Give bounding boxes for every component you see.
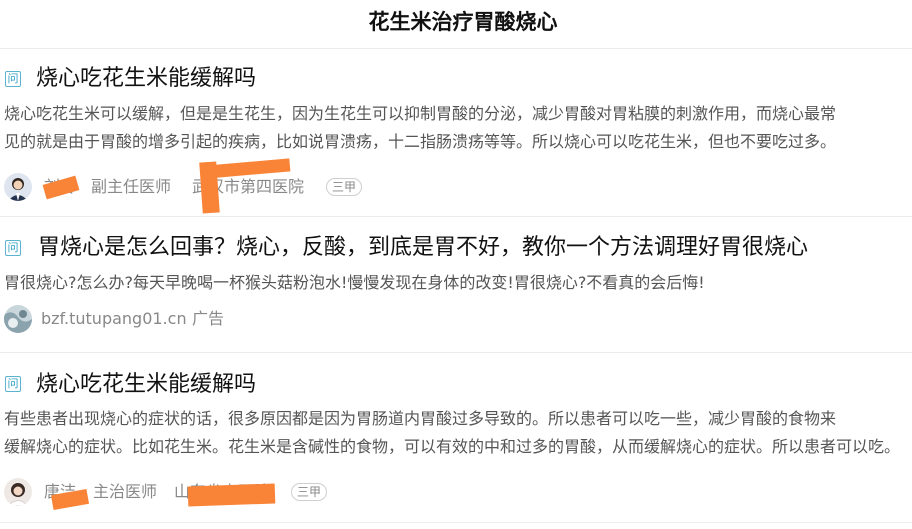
doctor-avatar bbox=[4, 478, 32, 506]
hospital-grade-badge: 三甲 bbox=[326, 178, 363, 196]
hospital-grade-badge: 三甲 bbox=[291, 483, 328, 501]
snippet-line: 见的就是由于胃酸的增多引起的疾病，比如说胃溃疡，十二指肠溃疡等等。所以烧心可以吃… bbox=[4, 132, 837, 151]
result-card[interactable]: 问 烧心吃花生米能缓解吗 有些患者出现烧心的症状的话，很多原因都是因为胃肠道内胃… bbox=[0, 354, 912, 529]
ad-title[interactable]: 胃烧心是怎么回事？烧心，反酸，到底是胃不好，教你一个方法调理好胃很烧心 bbox=[38, 233, 808, 263]
author-role: 副主任医师 bbox=[91, 177, 172, 196]
result-divider bbox=[0, 522, 912, 523]
ad-result-card[interactable]: 问 胃烧心是怎么回事？烧心，反酸，到底是胃不好，教你一个方法调理好胃很烧心 胃很… bbox=[0, 218, 912, 353]
ad-snippet: 胃很烧心?怎么办?每天早晚喝一杯猴头菇粉泡水!慢慢发现在身体的改变!胃很烧心?不… bbox=[4, 269, 912, 297]
question-icon: 问 bbox=[5, 240, 21, 256]
result-divider bbox=[0, 216, 912, 217]
result-divider bbox=[0, 352, 912, 353]
source-avatar bbox=[4, 305, 32, 333]
ad-meta: bzf.tutupang01.cn 广告 bbox=[4, 305, 304, 333]
question-icon: 问 bbox=[5, 71, 21, 87]
question-icon: 问 bbox=[5, 376, 21, 392]
redaction-mark bbox=[187, 483, 276, 507]
snippet-line: 缓解烧心的症状。比如花生米。花生米是含碱性的食物，可以有效的中和过多的胃酸，从而… bbox=[4, 437, 901, 456]
result-title[interactable]: 烧心吃花生米能缓解吗 bbox=[36, 64, 256, 94]
result-snippet: 烧心吃花生米可以缓解，但是是生花生，因为生花生可以抑制胃酸的分泌，减少胃酸对胃粘… bbox=[4, 100, 912, 156]
ad-source[interactable]: bzf.tutupang01.cn bbox=[41, 305, 187, 333]
result-card[interactable]: 问 烧心吃花生米能缓解吗 烧心吃花生米可以缓解，但是是生花生，因为生花生可以抑制… bbox=[0, 49, 912, 217]
doctor-avatar bbox=[4, 173, 32, 201]
ad-label: 广告 bbox=[192, 309, 225, 328]
snippet-line: 胃很烧心?怎么办?每天早晚喝一杯猴头菇粉泡水!慢慢发现在身体的改变!胃很烧心?不… bbox=[4, 273, 705, 292]
snippet-line: 烧心吃花生米可以缓解，但是是生花生，因为生花生可以抑制胃酸的分泌，减少胃酸对胃粘… bbox=[4, 104, 837, 123]
snippet-line: 有些患者出现烧心的症状的话，很多原因都是因为胃肠道内胃酸过多导致的。所以患者可以… bbox=[4, 409, 837, 428]
search-results-page: 花生米治疗胃酸烧心 问 烧心吃花生米能缓解吗 烧心吃花生米可以缓解，但是是生花生… bbox=[0, 0, 912, 529]
result-title[interactable]: 烧心吃花生米能缓解吗 bbox=[36, 370, 256, 400]
author-role: 主治医师 bbox=[93, 482, 158, 501]
result-snippet: 有些患者出现烧心的症状的话，很多原因都是因为胃肠道内胃酸过多导致的。所以患者可以… bbox=[4, 405, 912, 461]
page-title: 花生米治疗胃酸烧心 bbox=[368, 10, 558, 34]
